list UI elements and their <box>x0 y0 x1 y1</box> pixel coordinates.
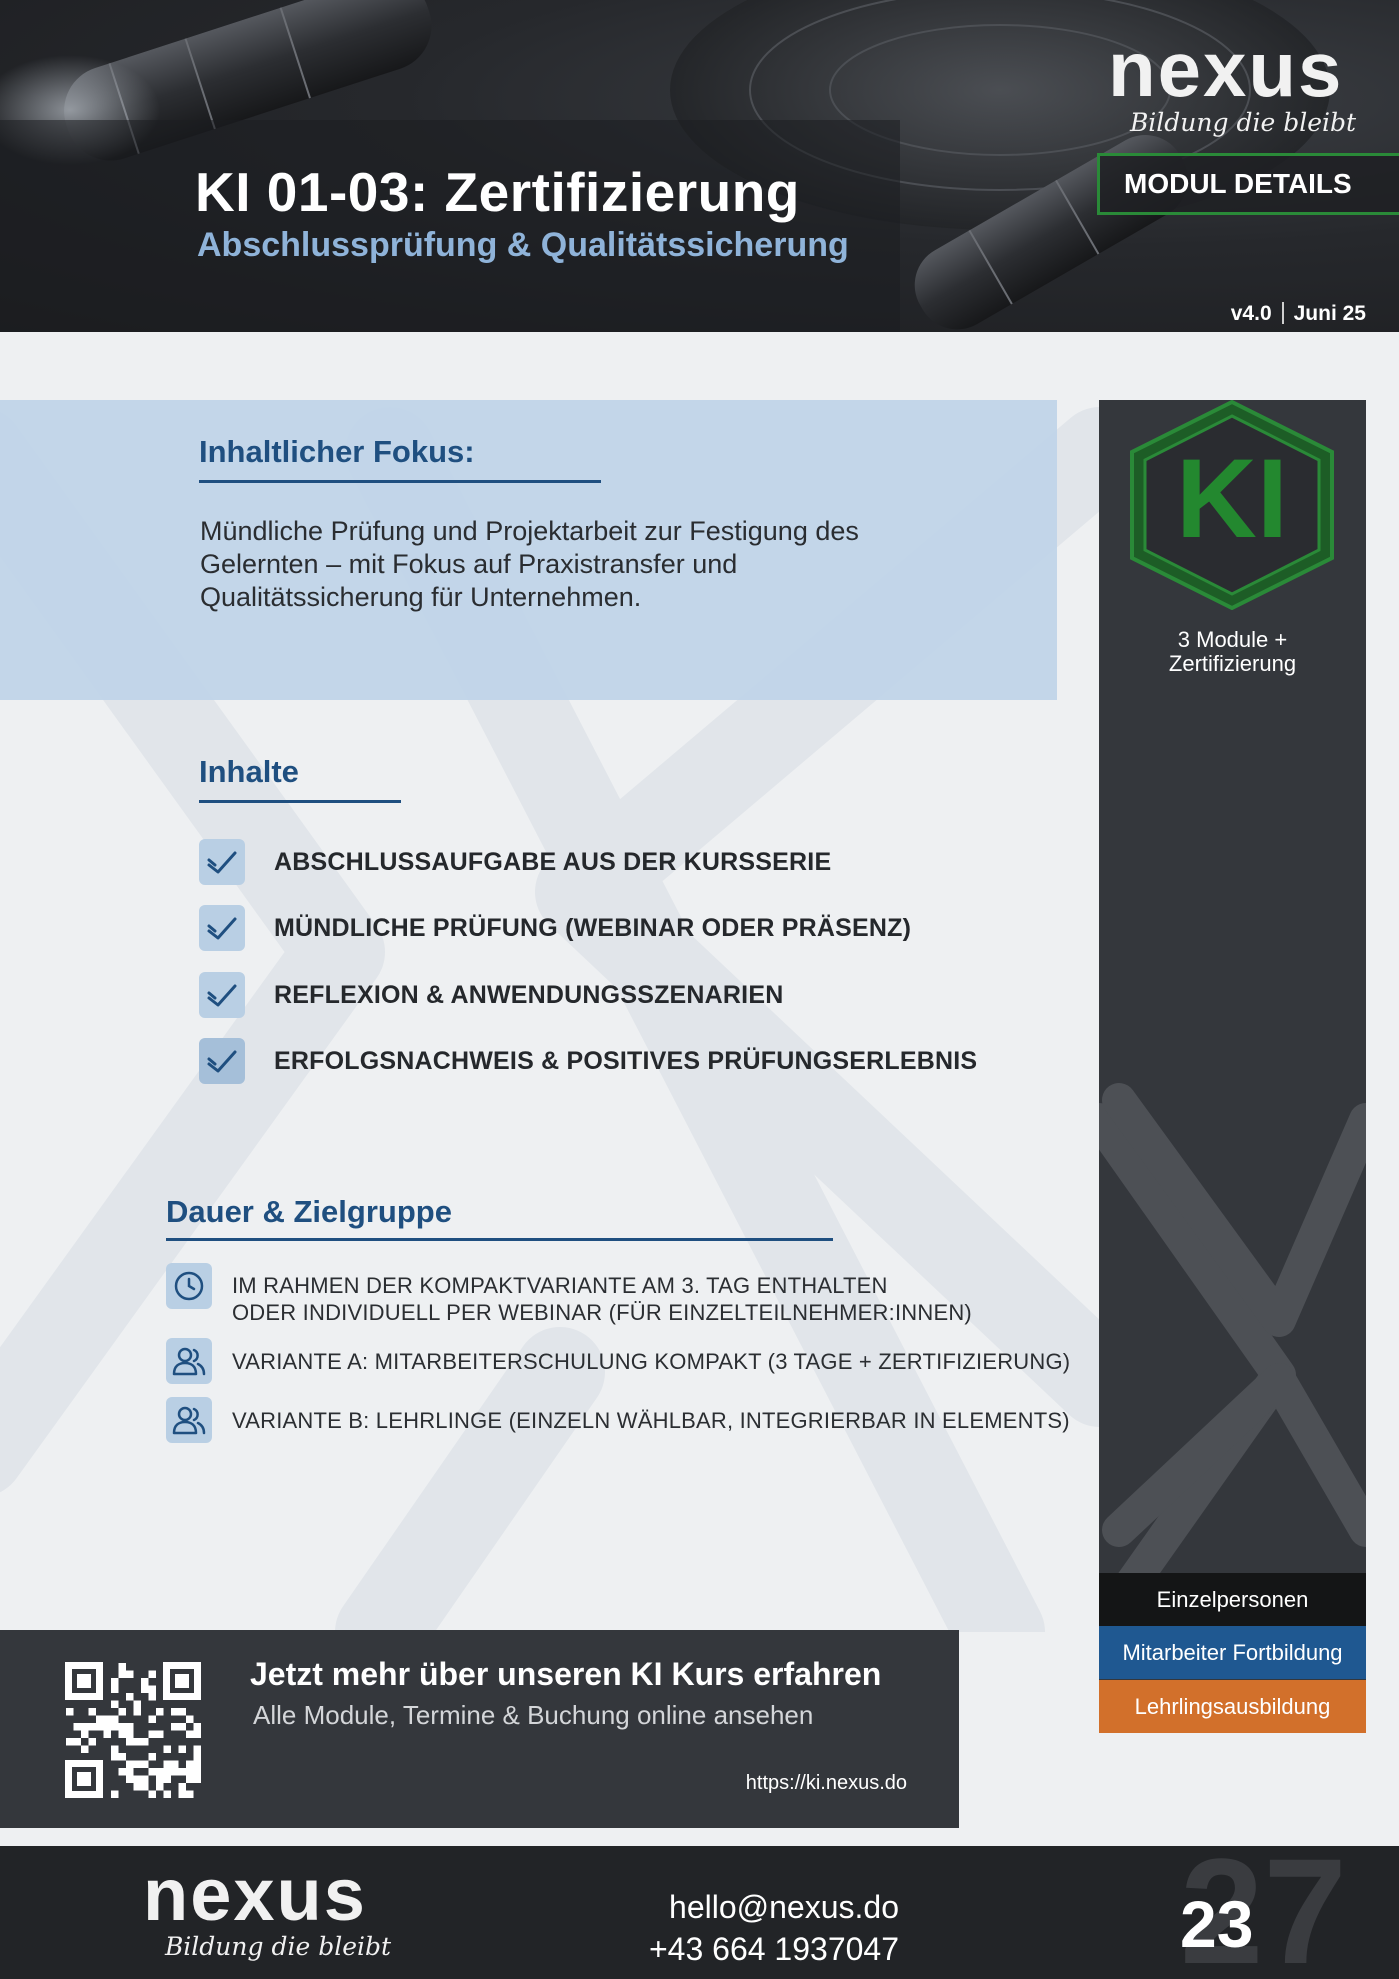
sidebar-caption: 3 Module + Zertifizierung <box>1099 628 1366 676</box>
contact-email[interactable]: hello@nexus.do <box>649 1886 899 1928</box>
inhalt-item-label: MÜNDLICHE PRÜFUNG (WEBINAR ODER PRÄSENZ) <box>274 913 912 942</box>
logo-wordmark: nexus <box>1108 25 1344 113</box>
qr-code[interactable] <box>65 1662 201 1798</box>
cta-title: Jetzt mehr über unseren KI Kurs erfahren <box>250 1656 882 1692</box>
contact-phone[interactable]: +43 664 1937047 <box>649 1928 899 1970</box>
nexus-logo: nexus Bildung die bleibt <box>1108 30 1358 137</box>
footer-logo-wordmark: nexus <box>143 1853 367 1936</box>
footer: nexus Bildung die bleibt hello@nexus.do … <box>0 1846 1399 1979</box>
ki-badge-text: KI <box>1176 436 1288 561</box>
version-info: v4.0 Juni 25 <box>1231 302 1366 326</box>
focus-text: Mündliche Prüfung und Projektarbeit zur … <box>200 516 859 612</box>
users-icon <box>166 1397 212 1443</box>
version-separator <box>1281 302 1284 324</box>
page-number: 23 <box>1180 1887 1254 1961</box>
contact-block: hello@nexus.do +43 664 1937047 <box>649 1886 899 1970</box>
logo-tagline: Bildung die bleibt <box>1129 108 1357 137</box>
ki-hexagon-badge: KI <box>1130 400 1334 610</box>
header-banner: KI 01-03: Zertifizierung Abschlussprüfun… <box>0 0 1399 332</box>
cta-panel: Jetzt mehr über unseren KI Kurs erfahren… <box>0 1630 959 1828</box>
footer-nexus-logo: nexus Bildung die bleibt <box>143 1853 413 1962</box>
focus-heading: Inhaltlicher Fokus: <box>199 434 475 469</box>
footer-logo-tagline: Bildung die bleibt <box>164 1932 392 1961</box>
sidebar-caption-line: 3 Module + <box>1177 627 1288 652</box>
page-subtitle: Abschlussprüfung & Qualitätssicherung <box>197 226 849 264</box>
inhalte-heading-underline <box>199 800 401 803</box>
inhalt-item: ERFOLGSNACHWEIS & POSITIVES PRÜFUNGSERLE… <box>199 1037 977 1085</box>
cta-subtitle: Alle Module, Termine & Buchung online an… <box>253 1700 814 1730</box>
dauer-item-text: VARIANTE A: MITARBEITERSCHULUNG KOMPAKT … <box>232 1349 1071 1374</box>
dauer-heading-underline <box>166 1238 833 1241</box>
target-tag-einzelpersonen: Einzelpersonen <box>1099 1573 1366 1626</box>
dauer-item-line: ODER INDIVIDUELL PER WEBINAR (FÜR EINZEL… <box>232 1300 972 1325</box>
inhalt-item-label: REFLEXION & ANWENDUNGSSZENARIEN <box>274 980 784 1009</box>
clock-icon <box>166 1263 212 1309</box>
module-sidebar: KI 3 Module + Zertifizierung Einzelperso… <box>1099 400 1366 1733</box>
inhalt-item: REFLEXION & ANWENDUNGSSZENARIEN <box>199 971 783 1019</box>
cta-url-link[interactable]: https://ki.nexus.do <box>746 1772 907 1795</box>
users-icon <box>166 1338 212 1384</box>
target-tag-mitarbeiter: Mitarbeiter Fortbildung <box>1099 1626 1366 1679</box>
check-icon <box>199 1038 245 1084</box>
sidebar-caption-line: Zertifizierung <box>1168 651 1297 676</box>
dauer-item-text: IM RAHMEN DER KOMPAKTVARIANTE AM 3. TAG … <box>232 1272 972 1326</box>
page-title: KI 01-03: Zertifizierung <box>195 161 800 223</box>
dauer-item-line: IM RAHMEN DER KOMPAKTVARIANTE AM 3. TAG … <box>232 1273 888 1298</box>
inhalte-heading: Inhalte <box>199 754 299 789</box>
version-number: v4.0 <box>1230 302 1272 325</box>
dauer-heading: Dauer & Zielgruppe <box>166 1194 452 1229</box>
check-icon <box>199 905 245 951</box>
version-date: Juni 25 <box>1293 302 1366 325</box>
target-tag-lehrlinge: Lehrlingsausbildung <box>1099 1680 1366 1733</box>
inhalt-item-label: ERFOLGSNACHWEIS & POSITIVES PRÜFUNGSERLE… <box>274 1046 978 1075</box>
inhalt-item-label: ABSCHLUSSAUFGABE AUS DER KURSSERIE <box>274 847 832 876</box>
check-icon <box>199 972 245 1018</box>
inhalt-item: ABSCHLUSSAUFGABE AUS DER KURSSERIE <box>199 838 831 886</box>
dauer-item-text: VARIANTE B: LEHRLINGE (EINZELN WÄHLBAR, … <box>232 1408 1070 1433</box>
modul-details-badge: MODUL DETAILS <box>1097 153 1399 215</box>
check-icon <box>199 839 245 885</box>
inhalt-item: MÜNDLICHE PRÜFUNG (WEBINAR ODER PRÄSENZ) <box>199 904 911 952</box>
focus-heading-underline <box>199 480 601 483</box>
